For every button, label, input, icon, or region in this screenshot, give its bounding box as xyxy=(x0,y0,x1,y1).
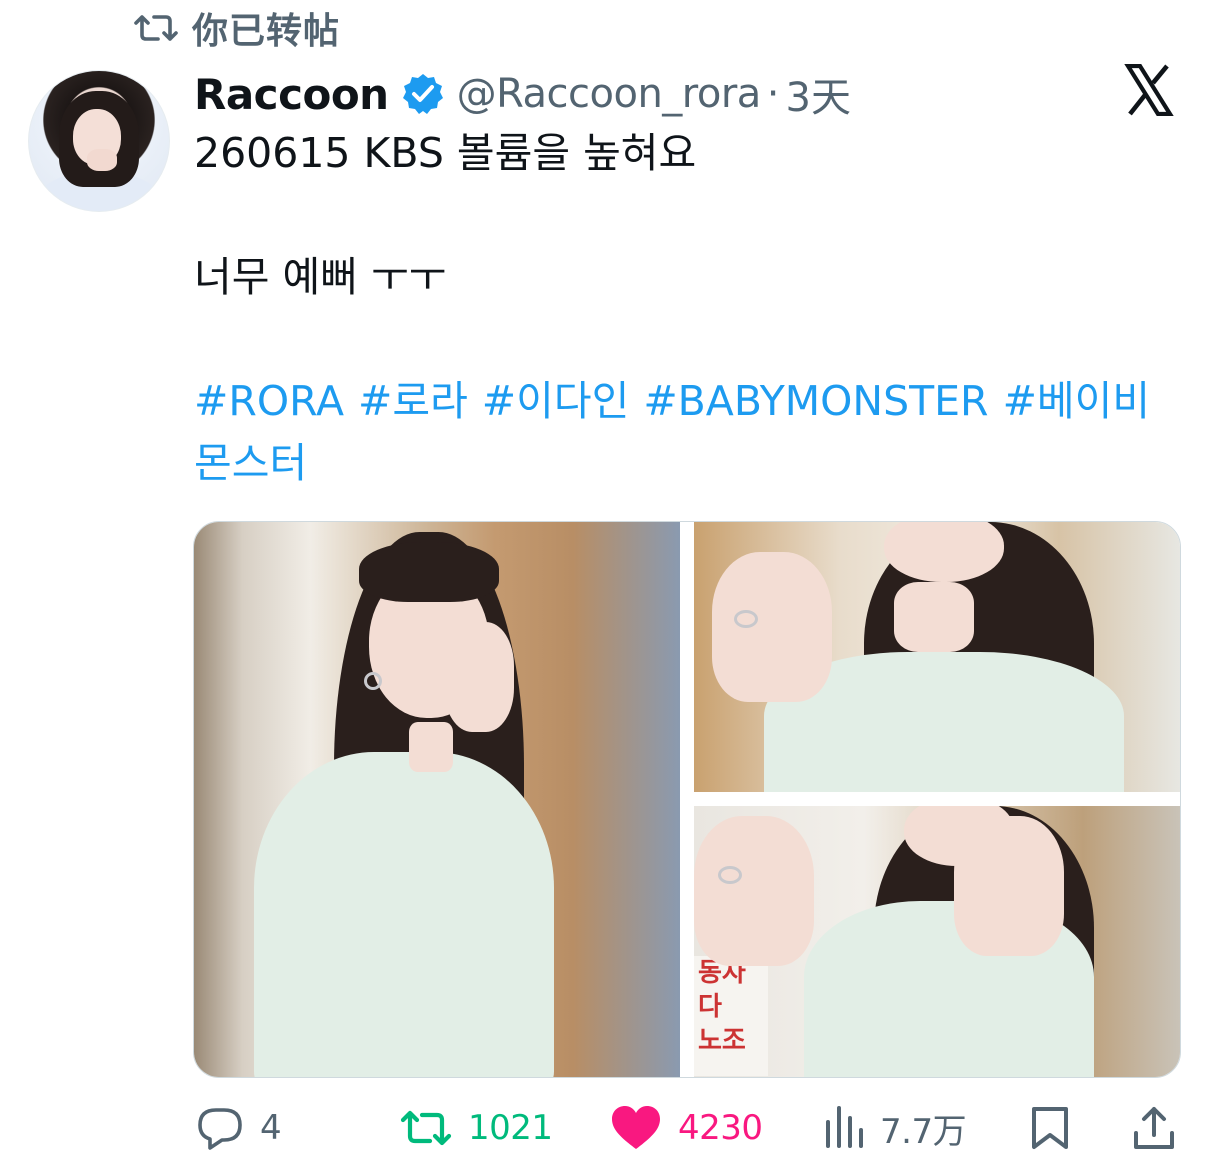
bookmark-icon xyxy=(1032,1107,1068,1149)
reply-button[interactable]: 4 xyxy=(196,1098,282,1158)
reply-count: 4 xyxy=(260,1108,282,1148)
reply-icon xyxy=(198,1108,242,1150)
photo-main[interactable] xyxy=(194,522,680,1077)
separator-dot: · xyxy=(766,71,780,117)
retweet-context: 你已转帖 xyxy=(134,6,340,52)
heart-icon xyxy=(612,1106,660,1149)
photo-bottom-right[interactable]: 동자다 노조 xyxy=(694,806,1180,1077)
tweet-text-line-2: 너무 예뻐 ㅜㅜ xyxy=(194,253,447,301)
views-count: 7.7万 xyxy=(880,1111,967,1152)
retweet-icon xyxy=(400,1110,452,1146)
retweet-count: 1021 xyxy=(468,1108,553,1148)
like-count: 4230 xyxy=(678,1108,763,1148)
hashtag-link[interactable]: #BABYMONSTER xyxy=(643,377,988,425)
hashtag-list: #RORA #로라 #이다인 #BABYMONSTER #베이비몬스터 xyxy=(194,370,1184,494)
share-icon xyxy=(1134,1107,1174,1149)
share-button[interactable] xyxy=(1132,1098,1176,1158)
media-grid: 동자다 노조 xyxy=(193,521,1181,1078)
photo-top-right[interactable] xyxy=(694,522,1180,792)
user-handle[interactable]: @Raccoon_rora xyxy=(457,71,762,117)
verified-badge-icon[interactable] xyxy=(401,72,445,116)
tweet-text-line-1: 260615 KBS 볼륨을 높혀요 xyxy=(194,129,697,177)
display-name[interactable]: Raccoon xyxy=(194,70,389,119)
hashtag-link[interactable]: #로라 xyxy=(358,377,468,425)
retweet-button[interactable]: 1021 xyxy=(400,1098,553,1158)
action-bar: 4 1021 4230 7.7万 xyxy=(0,1098,1206,1158)
hashtag-link[interactable]: #RORA xyxy=(194,377,344,425)
like-button[interactable]: 4230 xyxy=(610,1098,763,1158)
hashtag-link[interactable]: #이다인 xyxy=(482,377,630,425)
x-logo-icon xyxy=(1124,64,1174,116)
tweet-header: Raccoon @Raccoon_rora · 3天 xyxy=(194,66,851,122)
views-button[interactable]: 7.7万 xyxy=(824,1098,967,1158)
views-chart-icon xyxy=(826,1106,863,1148)
timestamp[interactable]: 3天 xyxy=(786,65,851,123)
retweet-icon xyxy=(134,15,178,41)
retweet-context-label: 你已转帖 xyxy=(192,11,341,52)
avatar[interactable] xyxy=(28,70,170,212)
bookmark-button[interactable] xyxy=(1030,1098,1070,1158)
